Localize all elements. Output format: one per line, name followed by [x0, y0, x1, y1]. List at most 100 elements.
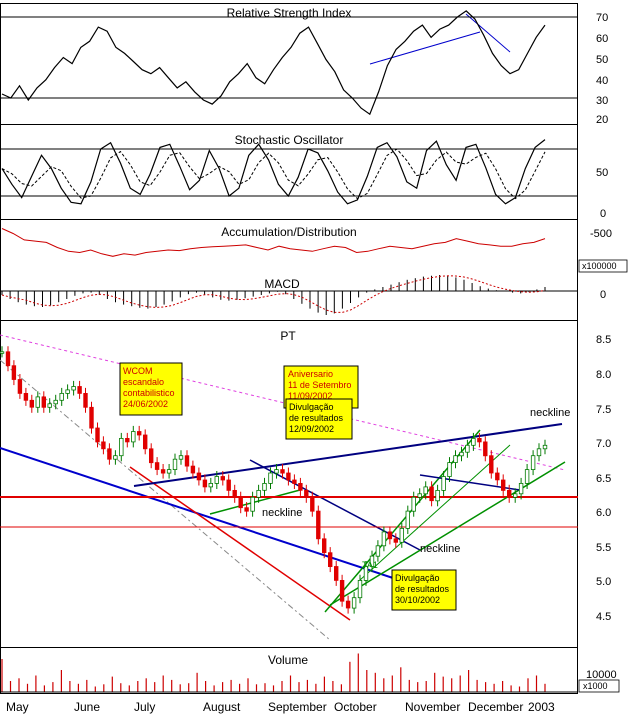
price-candle [327, 552, 333, 568]
volume-title: Volume [268, 653, 308, 667]
price-candle [172, 458, 178, 471]
price-candle [524, 469, 530, 484]
price-tick: 5.0 [596, 576, 611, 588]
price-candle [83, 392, 88, 408]
x-tick-label: October [334, 700, 377, 714]
price-candle [381, 531, 387, 547]
volume-y-ticks: 10000 x1000 [578, 669, 620, 693]
price-candle [262, 482, 267, 491]
annotation-results-oct: Divulgação de resultados 30/10/2002 [391, 569, 457, 611]
price-candle [166, 469, 172, 474]
rsi-title: Relative Strength Index [227, 6, 352, 20]
price-candle [441, 476, 446, 491]
price-candle [423, 486, 428, 495]
rsi-line [1, 10, 546, 116]
price-candle [71, 386, 76, 391]
price-candle [196, 472, 202, 481]
rsi-tick: 60 [596, 33, 608, 45]
price-candle [310, 496, 315, 512]
price-candle [393, 538, 398, 543]
price-candle [489, 455, 494, 474]
neckline-label: neckline [262, 507, 302, 519]
price-candle [536, 448, 542, 457]
price-candle [447, 462, 452, 477]
price-candle [280, 469, 285, 474]
annotation-line: de resultados [289, 413, 344, 423]
price-candle [0, 351, 5, 354]
x-axis: May June July August September October N… [6, 700, 555, 714]
price-candle [513, 493, 518, 498]
price-candle [292, 479, 297, 484]
price-candle [41, 396, 46, 408]
price-candle [321, 538, 327, 553]
price-tick: 6.5 [596, 473, 611, 485]
neckline-label: neckline [420, 543, 460, 555]
price-candle [268, 472, 273, 484]
price-candle [399, 528, 404, 543]
annotation-line: de resultados [395, 584, 450, 594]
price-candle [459, 451, 464, 457]
price-candle [357, 580, 363, 599]
price-candle [113, 455, 118, 460]
rsi-tick: 70 [596, 12, 608, 24]
price-candle [453, 455, 458, 464]
price-candle [53, 399, 58, 405]
price-candle [256, 489, 261, 498]
price-candle [65, 389, 70, 394]
annotation-line: Divulgação [395, 573, 440, 583]
price-candle [77, 386, 82, 394]
x-tick-label: July [134, 700, 155, 714]
price-candle [339, 580, 345, 602]
channel-green-mid [359, 444, 511, 581]
price-candle [148, 448, 154, 464]
rsi-trendline [369, 31, 481, 65]
price-candle [131, 431, 136, 443]
rsi-tick: 50 [596, 54, 608, 66]
annotation-results-sept: Divulgação de resultados 12/09/2002 [285, 398, 353, 440]
rsi-y-ticks: 70 60 50 40 30 20 [596, 12, 608, 126]
price-candle [471, 437, 476, 446]
price-tick: 8.5 [596, 334, 611, 346]
price-candle [250, 496, 255, 512]
price-candle [178, 455, 184, 460]
stochastic-title: Stochastic Oscillator [235, 133, 344, 147]
price-candle [411, 496, 416, 512]
price-candle [465, 444, 470, 453]
price-candle [190, 465, 196, 474]
ad-unit-label: x100000 [582, 261, 617, 271]
price-candle [5, 351, 11, 367]
x-tick-label: 2003 [528, 700, 555, 714]
price-candle [500, 479, 506, 491]
price-candle [351, 597, 357, 609]
stochastic-y-ticks: 50 0 [596, 167, 608, 220]
chart-frame [0, 3, 578, 694]
price-tick: 4.5 [596, 611, 611, 623]
price-tick: 6.0 [596, 507, 611, 519]
stochastic-tick: 0 [600, 208, 606, 220]
price-candle [542, 444, 548, 450]
price-candle [23, 392, 29, 401]
volume-tick: 10000 [586, 669, 617, 681]
price-candle [477, 437, 482, 443]
price-candle [160, 469, 166, 474]
x-tick-label: May [6, 700, 29, 714]
price-candle [17, 379, 23, 394]
price-candle [29, 399, 34, 408]
price-candle [244, 507, 249, 512]
price-candle [429, 486, 434, 502]
price-candle [95, 427, 100, 443]
price-tick: 5.5 [596, 542, 611, 554]
price-tick: 8.0 [596, 369, 611, 381]
ad-y-ticks: -500 0 x100000 [578, 228, 628, 301]
price-tick: 7.5 [596, 404, 611, 416]
price-candle [316, 510, 321, 540]
annotation-line: 24/06/2002 [123, 399, 168, 409]
price-candle [220, 476, 225, 481]
price-candle [483, 441, 488, 457]
price-candle [184, 455, 190, 467]
price-candle [125, 437, 130, 443]
x-tick-label: August [203, 700, 241, 714]
annotation-line: Divulgação [289, 402, 334, 412]
ta1-label: TA1 [362, 560, 378, 570]
price-candle [226, 479, 231, 491]
